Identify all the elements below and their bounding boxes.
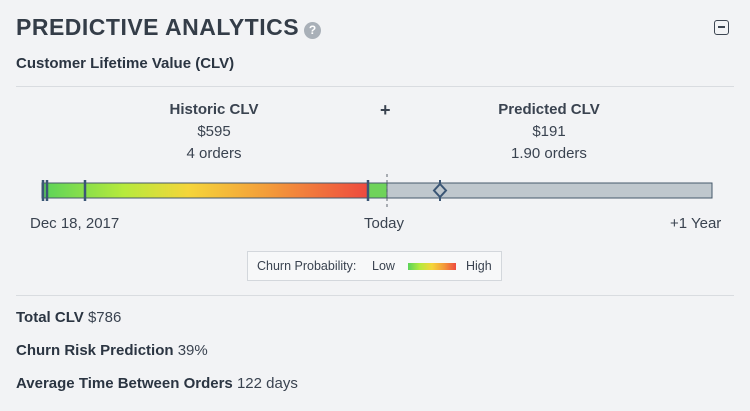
historic-clv-block: Historic CLV $595 4 orders xyxy=(134,99,294,165)
legend-low: Low xyxy=(372,259,395,273)
clv-timeline xyxy=(41,174,713,210)
historic-segment xyxy=(41,182,369,199)
divider-top xyxy=(16,86,734,87)
historic-clv-label: Historic CLV xyxy=(169,101,259,118)
historic-clv-orders: 4 orders xyxy=(186,145,242,162)
stat-value: $786 xyxy=(87,309,122,326)
stat-churn-risk: Churn Risk Prediction 39% xyxy=(16,342,208,359)
legend-gradient xyxy=(408,263,456,270)
page-title: PREDICTIVE ANALYTICS xyxy=(16,14,300,40)
stat-value: 39% xyxy=(177,342,208,359)
stat-label: Churn Risk Prediction xyxy=(16,342,174,359)
divider-bottom xyxy=(16,295,734,296)
timeline-end-label: +1 Year xyxy=(670,215,722,232)
stat-total-clv: Total CLV $786 xyxy=(16,309,121,326)
timeline-today-label: Today xyxy=(364,215,405,232)
timeline-start-label: Dec 18, 2017 xyxy=(30,215,120,232)
predicted-clv-value: $191 xyxy=(532,123,566,140)
legend-title: Churn Probability: xyxy=(257,259,357,273)
predicted-clv-block: Predicted CLV $191 1.90 orders xyxy=(469,99,629,165)
predicted-clv-orders: 1.90 orders xyxy=(511,145,587,162)
churn-legend: Churn Probability: Low High xyxy=(247,251,502,281)
plus-sign: + xyxy=(380,100,391,120)
stat-label: Average Time Between Orders xyxy=(16,375,233,392)
stat-label: Total CLV xyxy=(16,309,84,326)
stat-value: 122 days xyxy=(236,375,298,392)
help-icon[interactable]: ? xyxy=(304,22,321,39)
legend-high: High xyxy=(466,259,492,273)
historic-clv-value: $595 xyxy=(197,123,231,140)
collapse-icon[interactable] xyxy=(714,20,729,35)
section-subtitle: Customer Lifetime Value (CLV) xyxy=(16,55,235,72)
today-segment xyxy=(367,182,388,199)
predicted-clv-label: Predicted CLV xyxy=(498,101,600,118)
stat-avg-time: Average Time Between Orders 122 days xyxy=(16,375,298,392)
